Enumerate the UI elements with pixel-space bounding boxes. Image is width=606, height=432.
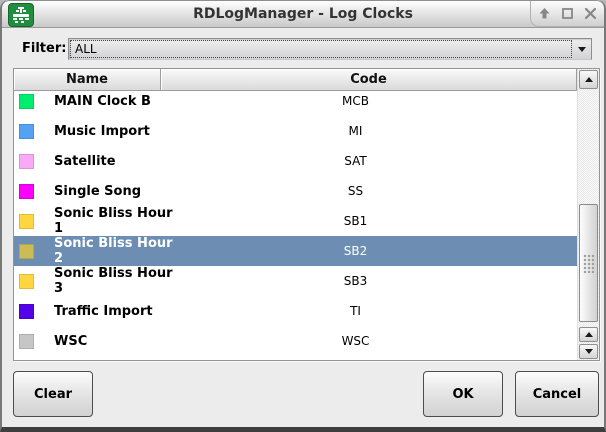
clock-code: MI <box>176 124 535 138</box>
clock-code: SS <box>176 184 535 198</box>
vertical-scrollbar[interactable] <box>577 69 599 360</box>
clock-color-swatch <box>19 184 34 199</box>
table-row[interactable]: WSC WSC <box>14 326 577 356</box>
clock-color-swatch <box>19 304 34 319</box>
clock-color-swatch <box>19 214 34 229</box>
clock-list-viewport: MAIN Clock B MCB Music Import MI Satelli… <box>14 91 577 360</box>
clock-color-swatch <box>19 124 34 139</box>
table-row[interactable]: MAIN Clock B MCB <box>14 91 577 116</box>
filter-combobox[interactable]: ALL <box>68 38 592 60</box>
clock-code: SB1 <box>176 214 535 228</box>
clock-color-swatch <box>19 334 34 349</box>
titlebar[interactable]: RDLogManager - Log Clocks <box>2 0 604 28</box>
scrollbar-track[interactable] <box>578 90 599 326</box>
scrollbar-thumb[interactable] <box>579 204 598 322</box>
clock-name: MAIN Clock B <box>54 94 176 109</box>
clock-name: Sonic Bliss Hour 1 <box>54 206 176 236</box>
clock-code: TI <box>176 304 535 318</box>
clock-name: Satellite <box>54 154 176 169</box>
clock-list: Name Code MAIN Clock B MCB Music Import <box>13 68 600 361</box>
dialog-content: Filter: ALL Name Code MAIN Clock B MCB <box>2 28 604 426</box>
close-icon[interactable] <box>581 5 599 23</box>
maximize-icon[interactable] <box>559 5 577 23</box>
scroll-up-icon[interactable] <box>579 70 598 89</box>
ok-button[interactable]: OK <box>423 371 503 417</box>
window-title: RDLogManager - Log Clocks <box>2 1 604 28</box>
filter-combobox-value: ALL <box>70 40 572 58</box>
table-row[interactable]: Traffic Import TI <box>14 296 577 326</box>
column-header-code[interactable]: Code <box>161 69 577 91</box>
clock-color-swatch <box>19 274 34 289</box>
clock-color-swatch <box>19 244 34 259</box>
clock-code: MCB <box>176 94 535 108</box>
table-row[interactable]: Satellite SAT <box>14 146 577 176</box>
clock-name: Traffic Import <box>54 304 176 319</box>
clear-button[interactable]: Clear <box>13 371 93 417</box>
clock-list-main: Name Code MAIN Clock B MCB Music Import <box>14 69 577 360</box>
clock-name: Music Import <box>54 124 176 139</box>
table-row[interactable]: Single Song SS <box>14 176 577 206</box>
clock-list-rows: MAIN Clock B MCB Music Import MI Satelli… <box>14 91 577 356</box>
scroll-up-secondary-icon[interactable] <box>579 327 598 342</box>
clock-name: WSC <box>54 334 176 349</box>
clock-color-swatch <box>19 154 34 169</box>
clock-code: SB2 <box>176 244 535 258</box>
window-controls <box>530 1 604 27</box>
table-row[interactable]: Sonic Bliss Hour 3 SB3 <box>14 266 577 296</box>
clock-list-header: Name Code <box>14 69 577 91</box>
dialog-window: RDLogManager - Log Clocks Filter: ALL Na… <box>0 0 606 432</box>
clock-color-swatch <box>19 94 34 109</box>
shade-icon[interactable] <box>536 5 554 23</box>
combobox-dropdown-icon[interactable] <box>573 39 591 59</box>
scroll-down-icon[interactable] <box>579 344 598 359</box>
clock-code: SAT <box>176 154 535 168</box>
table-row[interactable]: Music Import MI <box>14 116 577 146</box>
clock-name: Sonic Bliss Hour 3 <box>54 266 176 296</box>
column-header-name[interactable]: Name <box>14 69 161 91</box>
scrollbar-grip <box>583 254 594 273</box>
clock-name: Sonic Bliss Hour 2 <box>54 236 176 266</box>
clock-name: Single Song <box>54 184 176 199</box>
table-row-selected[interactable]: Sonic Bliss Hour 2 SB2 <box>14 236 577 266</box>
cancel-button[interactable]: Cancel <box>515 371 599 417</box>
clock-code: SB3 <box>176 274 535 288</box>
table-row[interactable]: Sonic Bliss Hour 1 SB1 <box>14 206 577 236</box>
filter-label: Filter: <box>22 41 66 56</box>
clock-code: WSC <box>176 334 535 348</box>
